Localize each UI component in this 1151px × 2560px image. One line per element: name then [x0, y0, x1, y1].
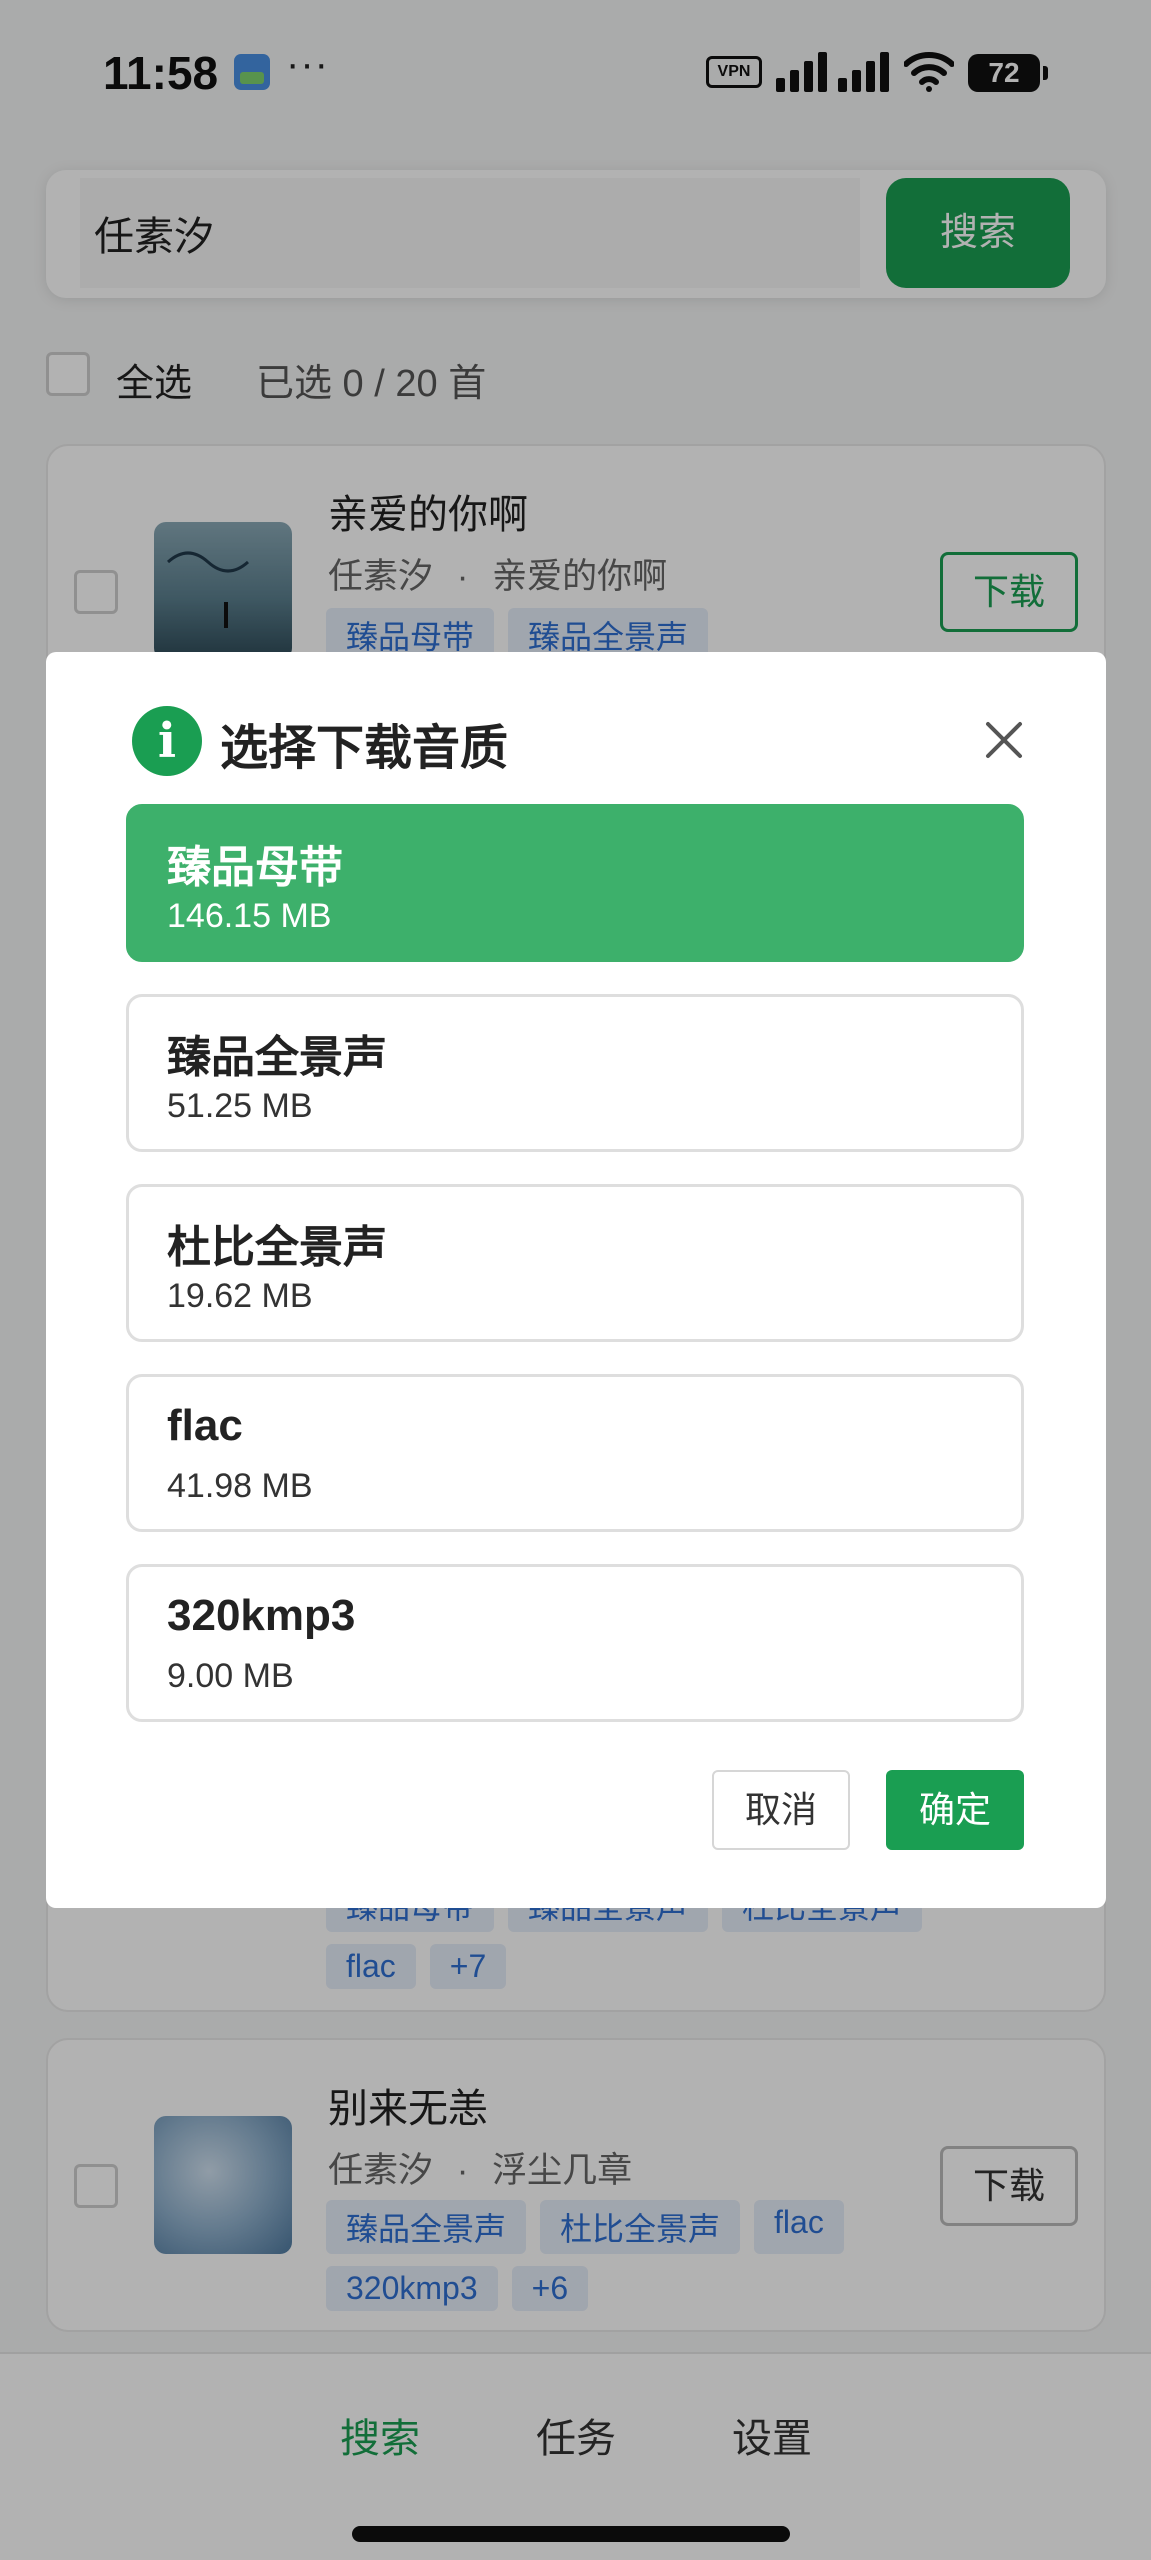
quality-size: 19.62 MB [167, 1277, 313, 1315]
close-icon[interactable] [974, 710, 1034, 770]
quality-option[interactable]: 杜比全景声 19.62 MB [126, 1184, 1024, 1342]
quality-option[interactable]: 臻品全景声 51.25 MB [126, 994, 1024, 1152]
quality-option[interactable]: 臻品母带 146.15 MB [126, 804, 1024, 962]
quality-dialog: i 选择下载音质 臻品母带 146.15 MB 臻品全景声 51.25 MB 杜… [46, 652, 1106, 1908]
quality-name: flac [167, 1401, 243, 1450]
quality-name: 臻品全景声 [167, 1033, 387, 1082]
dialog-title: 选择下载音质 [220, 722, 509, 775]
quality-size: 9.00 MB [167, 1657, 294, 1695]
quality-option[interactable]: flac 41.98 MB [126, 1374, 1024, 1532]
confirm-button[interactable]: 确定 [886, 1770, 1024, 1850]
quality-name: 320kmp3 [167, 1591, 356, 1640]
quality-name: 杜比全景声 [167, 1223, 387, 1272]
quality-option[interactable]: 320kmp3 9.00 MB [126, 1564, 1024, 1722]
quality-options: 臻品母带 146.15 MB 臻品全景声 51.25 MB 杜比全景声 19.6… [126, 804, 1024, 1754]
info-icon: i [132, 706, 202, 776]
cancel-button[interactable]: 取消 [712, 1770, 850, 1850]
quality-size: 41.98 MB [167, 1467, 313, 1505]
quality-size: 51.25 MB [167, 1087, 313, 1125]
quality-size: 146.15 MB [167, 897, 332, 935]
quality-name: 臻品母带 [167, 843, 343, 892]
